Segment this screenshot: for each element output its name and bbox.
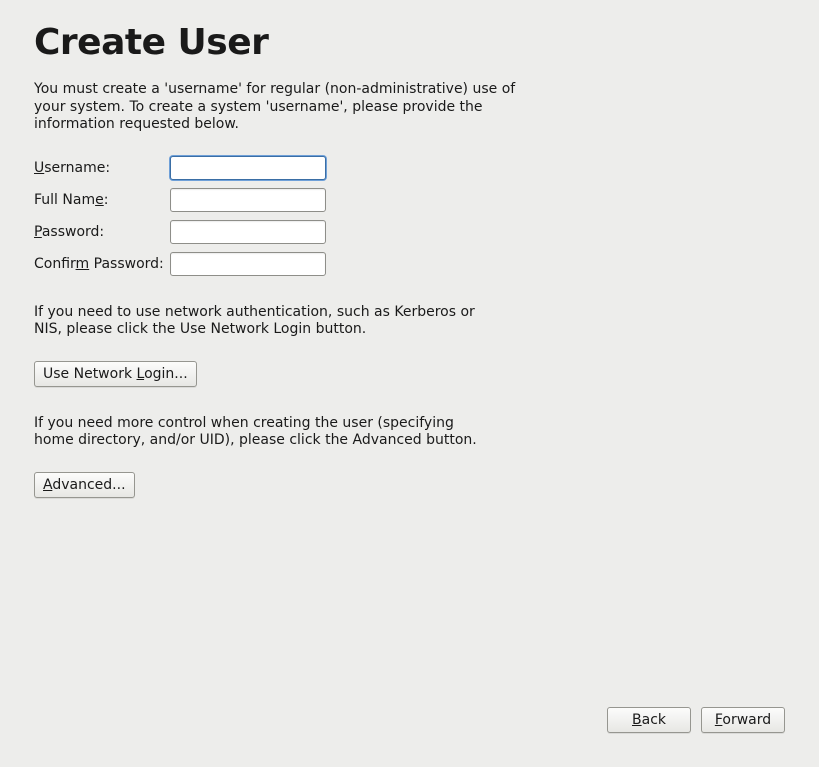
back-button[interactable]: Back	[607, 707, 691, 733]
network-login-text: If you need to use network authenticatio…	[34, 304, 494, 339]
fullname-input[interactable]	[170, 188, 326, 212]
advanced-text: If you need more control when creating t…	[34, 415, 494, 450]
username-label: Username:	[34, 160, 170, 176]
username-input[interactable]	[170, 156, 326, 180]
confirm-password-label: Confirm Password:	[34, 256, 170, 272]
advanced-button[interactable]: Advanced...	[34, 472, 135, 498]
confirm-password-input[interactable]	[170, 252, 326, 276]
forward-button[interactable]: Forward	[701, 707, 785, 733]
password-label: Password:	[34, 224, 170, 240]
page-title: Create User	[34, 22, 785, 63]
user-form: Username: Full Name: Password: Confirm P…	[34, 156, 785, 276]
intro-text: You must create a 'username' for regular…	[34, 81, 534, 134]
nav-footer: Back Forward	[607, 707, 785, 733]
fullname-label: Full Name:	[34, 192, 170, 208]
use-network-login-button[interactable]: Use Network Login...	[34, 361, 197, 387]
password-input[interactable]	[170, 220, 326, 244]
